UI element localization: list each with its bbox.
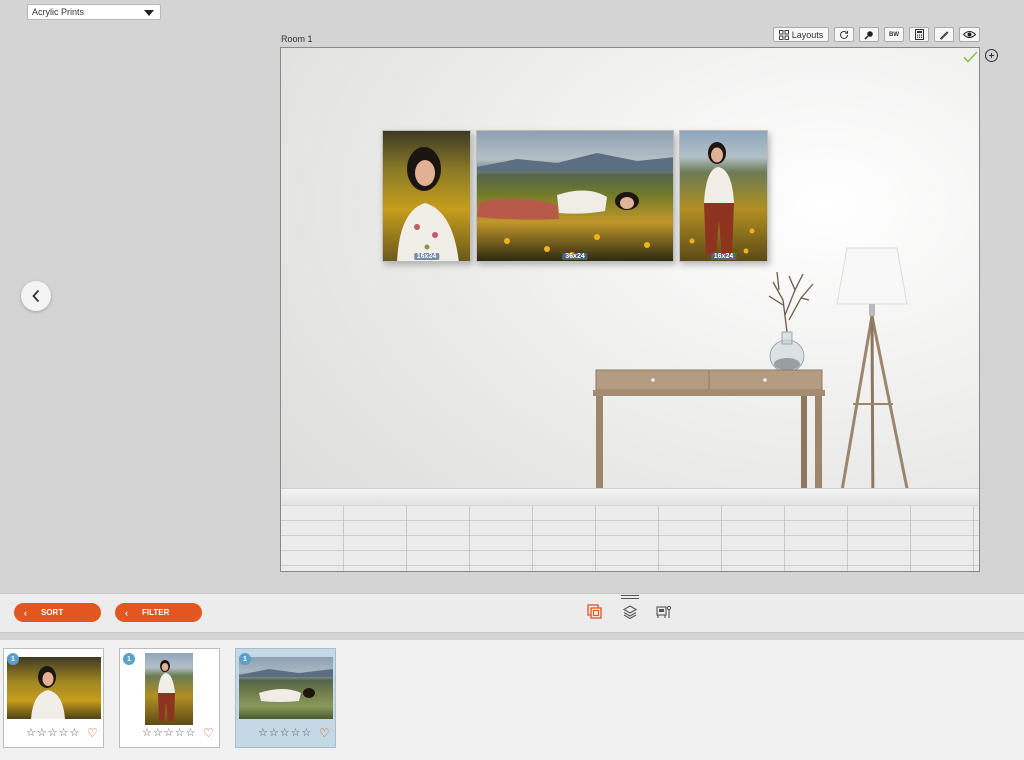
- chevron-down-icon: [144, 10, 154, 16]
- chevron-left-icon: [32, 289, 40, 303]
- standing-portrait-photo: [689, 142, 755, 255]
- star-icon[interactable]: ☆: [37, 728, 47, 739]
- heart-icon[interactable]: ♡: [203, 727, 214, 739]
- drag-handle[interactable]: [621, 595, 639, 599]
- star-icon[interactable]: ☆: [142, 728, 152, 739]
- room-settings-icon[interactable]: [656, 604, 672, 620]
- heart-icon[interactable]: ♡: [319, 727, 330, 739]
- wall-print-right[interactable]: 16x24: [679, 130, 768, 262]
- photos-icon[interactable]: [587, 604, 603, 620]
- room-preview: 16x24 36x24 16x24: [280, 47, 980, 572]
- calculator-icon: [914, 29, 924, 40]
- print-size-label: 36x24: [562, 253, 588, 260]
- sort-button[interactable]: ‹ SORT: [14, 603, 101, 622]
- grid-icon: [778, 29, 789, 40]
- floor-lamp: [836, 247, 913, 525]
- thumbnail-image: [7, 657, 101, 719]
- photo-thumbnail[interactable]: 1 ☆ ☆ ☆ ☆ ☆ ♡: [3, 648, 104, 748]
- zoom-icon: [864, 30, 873, 39]
- black-white-button[interactable]: BW: [884, 27, 904, 42]
- vase-decor: [768, 271, 814, 373]
- portrait-photo: [397, 147, 459, 261]
- photo-strip: 1 ☆ ☆ ☆ ☆ ☆ ♡ 1 ☆ ☆ ☆ ☆ ☆ ♡ 1 ☆ ☆ ☆ ☆ ☆ …: [0, 640, 1024, 760]
- star-icon[interactable]: ☆: [280, 728, 290, 739]
- wall-print-left[interactable]: 16x24: [382, 130, 471, 262]
- usage-count-badge: 1: [123, 653, 135, 665]
- ruler-icon: [939, 30, 949, 40]
- landscape-photo: [477, 153, 673, 258]
- layers-icon[interactable]: [622, 604, 638, 620]
- eye-icon: [963, 31, 976, 38]
- room-title: Room 1: [281, 34, 313, 44]
- sort-label: SORT: [41, 608, 64, 617]
- print-size-label: 16x24: [413, 253, 440, 260]
- filter-button[interactable]: ‹ FILTER: [115, 603, 202, 622]
- chevron-left-icon: ‹: [125, 607, 128, 618]
- star-icon[interactable]: ☆: [175, 728, 185, 739]
- wall-print-center[interactable]: 36x24: [476, 130, 674, 262]
- star-icon[interactable]: ☆: [291, 728, 301, 739]
- wood-floor: [281, 506, 979, 571]
- refresh-button[interactable]: [834, 27, 854, 42]
- chevron-left-icon: ‹: [24, 607, 27, 618]
- print-size-label: 16x24: [710, 253, 737, 260]
- ruler-button[interactable]: [934, 27, 954, 42]
- photo-thumbnail-selected[interactable]: 1 ☆ ☆ ☆ ☆ ☆ ♡: [235, 648, 336, 748]
- photo-thumbnail[interactable]: 1 ☆ ☆ ☆ ☆ ☆ ♡: [119, 648, 220, 748]
- refresh-icon: [840, 30, 848, 39]
- usage-count-badge: 1: [7, 653, 19, 665]
- room-toolbar: Layouts BW: [773, 27, 980, 42]
- product-type-dropdown[interactable]: Acrylic Prints: [27, 4, 161, 20]
- zoom-button[interactable]: [859, 27, 879, 42]
- checkmark-icon: [963, 51, 978, 63]
- calculator-button[interactable]: [909, 27, 929, 42]
- layouts-label: Layouts: [791, 29, 824, 40]
- star-icon[interactable]: ☆: [258, 728, 268, 739]
- star-rating[interactable]: ☆ ☆ ☆ ☆ ☆: [26, 728, 79, 739]
- thumbnail-image: [239, 657, 333, 719]
- star-rating[interactable]: ☆ ☆ ☆ ☆ ☆: [258, 728, 311, 739]
- star-icon[interactable]: ☆: [269, 728, 279, 739]
- star-icon[interactable]: ☆: [164, 728, 174, 739]
- star-rating[interactable]: ☆ ☆ ☆ ☆ ☆: [142, 728, 195, 739]
- star-icon[interactable]: ☆: [59, 728, 69, 739]
- star-icon[interactable]: ☆: [48, 728, 58, 739]
- thumbnail-image: [145, 653, 193, 725]
- filter-label: FILTER: [142, 608, 170, 617]
- product-type-value: Acrylic Prints: [32, 7, 85, 17]
- star-icon[interactable]: ☆: [26, 728, 36, 739]
- star-icon[interactable]: ☆: [302, 728, 312, 739]
- bw-icon: BW: [889, 31, 899, 38]
- heart-icon[interactable]: ♡: [87, 727, 98, 739]
- control-bar: ‹ SORT ‹ FILTER: [0, 593, 1024, 633]
- usage-count-badge: 1: [239, 653, 251, 665]
- add-room-icon[interactable]: [985, 49, 998, 62]
- baseboard: [281, 488, 979, 506]
- preview-button[interactable]: [959, 27, 980, 42]
- previous-room-button[interactable]: [21, 281, 51, 311]
- layouts-button[interactable]: Layouts: [773, 27, 829, 42]
- star-icon[interactable]: ☆: [153, 728, 163, 739]
- star-icon[interactable]: ☆: [186, 728, 196, 739]
- star-icon[interactable]: ☆: [70, 728, 80, 739]
